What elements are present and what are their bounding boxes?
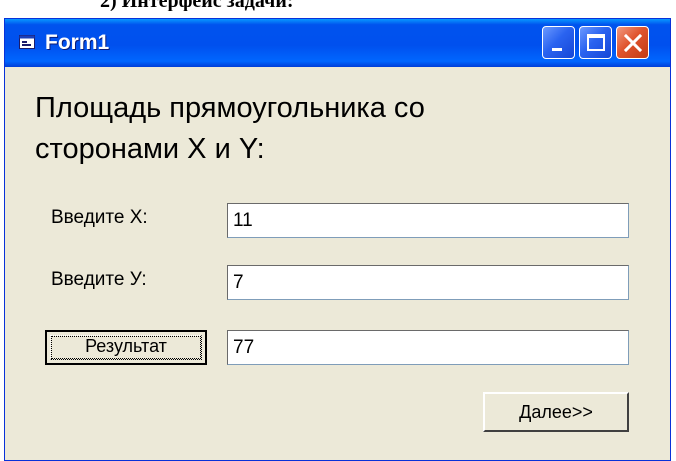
next-button[interactable]: Далее>> (483, 392, 629, 432)
result-field[interactable]: 77 (227, 330, 629, 365)
close-button[interactable] (616, 26, 649, 59)
label-y: Введите У: (51, 269, 147, 290)
heading-line-1: Площадь прямоугольника со (35, 92, 425, 124)
form-window: Form1 Площадь прямоугольника со сторонам… (4, 18, 671, 461)
heading-line-2: сторонами X и Y: (35, 133, 265, 165)
title-bar[interactable]: Form1 (5, 19, 670, 67)
input-x[interactable]: 11 (227, 203, 629, 238)
task-heading: Площадь прямоугольника со сторонами X и … (35, 88, 595, 170)
window-title: Form1 (45, 31, 110, 54)
maximize-icon (587, 34, 605, 51)
minimize-icon (552, 48, 562, 51)
result-button-label: Результат (85, 336, 167, 356)
result-button[interactable]: Результат (45, 330, 207, 365)
label-x: Введите X: (51, 207, 148, 228)
input-y[interactable]: 7 (227, 265, 629, 300)
close-icon (623, 33, 643, 53)
minimize-button[interactable] (542, 26, 575, 59)
document-caption: 2) Интерфейс задачи: (100, 0, 294, 11)
maximize-button[interactable] (579, 26, 612, 59)
form-icon[interactable] (19, 35, 35, 49)
